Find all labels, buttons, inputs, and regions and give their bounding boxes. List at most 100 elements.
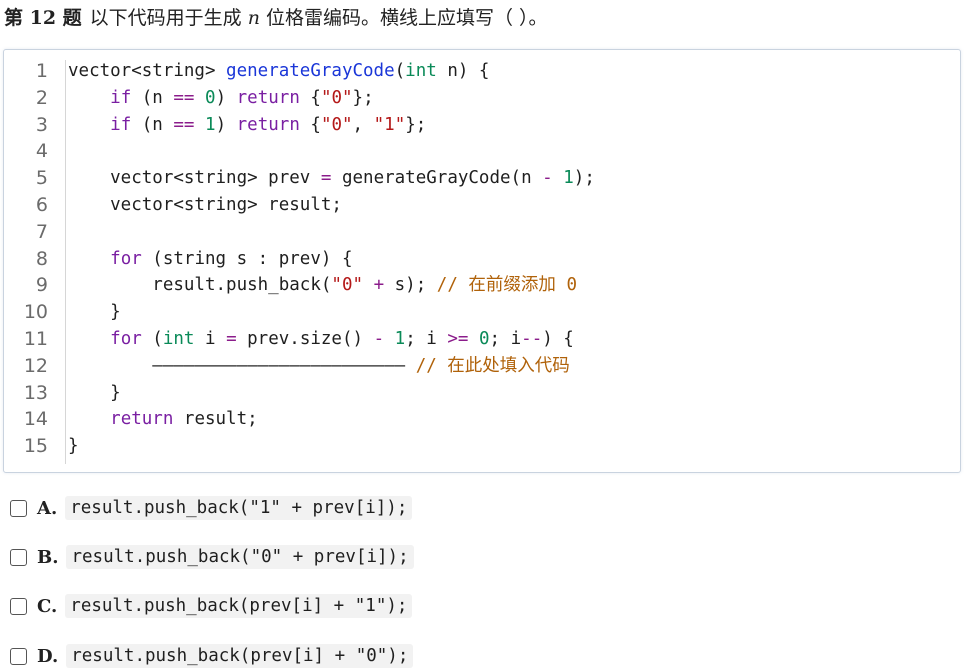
- line-number: 1: [35, 60, 48, 82]
- option-letter: C.: [37, 595, 58, 617]
- code-line: 6 vector<string> result;: [4, 192, 960, 219]
- code-token: if: [110, 87, 132, 108]
- code-line: 7: [4, 219, 960, 246]
- code-text: for (int i = prev.size() - 1; i >= 0; i-…: [68, 326, 574, 353]
- code-token: 1: [394, 329, 406, 349]
- code-token: ==: [173, 114, 195, 135]
- line-number: 2: [35, 86, 48, 109]
- code-token: ; i: [405, 329, 448, 349]
- code-token: s);: [384, 275, 437, 296]
- code-token: if: [110, 114, 132, 135]
- option-letter: B.: [37, 546, 59, 568]
- line-number: 12: [23, 354, 48, 377]
- code-token: -: [373, 329, 385, 349]
- code-token: result.push_back(: [68, 275, 332, 296]
- code-text: for (string s : prev) {: [68, 246, 352, 273]
- code-text: }: [68, 299, 121, 326]
- code-comment: // 在前缀添加 0: [436, 275, 577, 296]
- option-letter: D.: [37, 645, 59, 667]
- code-token: "0": [331, 275, 364, 296]
- option-code: result.push_back(prev[i] + "1");: [65, 594, 413, 618]
- code-line: 8 for (string s : prev) {: [4, 246, 960, 273]
- code-token: ): [215, 87, 237, 108]
- code-token: (: [141, 329, 163, 349]
- option-checkbox[interactable]: [10, 647, 27, 665]
- line-number: 9: [35, 274, 48, 297]
- code-token: };: [352, 87, 374, 108]
- option-checkbox[interactable]: [10, 499, 27, 517]
- code-line: 11 for (int i = prev.size() - 1; i >= 0;…: [4, 326, 960, 353]
- code-token: vector<string> prev: [68, 168, 321, 189]
- code-token: >=: [447, 329, 469, 349]
- code-token: (n: [131, 87, 174, 108]
- question-number: 第 12 题: [4, 7, 82, 29]
- code-text: vector<string> generateGrayCode(int n) {: [68, 58, 489, 85]
- code-token: 1: [205, 114, 216, 135]
- code-text: vector<string> prev = generateGrayCode(n…: [68, 165, 595, 192]
- code-token: }: [68, 382, 121, 403]
- code-token: generateGrayCode(n: [331, 168, 543, 189]
- code-token: "0": [320, 87, 353, 108]
- code-token: (: [394, 61, 406, 81]
- code-line: 14 return result;: [4, 406, 960, 433]
- code-line: 2 if (n == 0) return {"0"};: [4, 85, 960, 112]
- line-number: 7: [35, 220, 48, 243]
- code-token: ) {: [542, 329, 574, 349]
- code-line: 15}: [4, 433, 960, 460]
- code-comment: // 在此处填入代码: [415, 355, 570, 376]
- code-token: "1": [373, 114, 406, 135]
- question-text-before: 以下代码用于生成: [89, 7, 248, 29]
- code-token: prev.size(): [236, 329, 374, 349]
- code-token: };: [405, 114, 427, 135]
- option-d[interactable]: D. result.push_back(prev[i] + "0");: [10, 641, 414, 671]
- option-b[interactable]: B. result.push_back("0" + prev[i]);: [10, 542, 414, 572]
- code-text: }: [68, 433, 79, 460]
- code-text: ———————————————————————— // 在此处填入代码: [68, 353, 570, 380]
- option-checkbox[interactable]: [10, 548, 27, 566]
- code-token: ==: [173, 87, 195, 108]
- option-a[interactable]: A. result.push_back("1" + prev[i]);: [10, 493, 413, 523]
- code-token: {: [299, 87, 321, 108]
- code-line: 4: [4, 138, 960, 165]
- code-token: ): [215, 114, 237, 135]
- code-line: 13 }: [4, 380, 960, 407]
- line-number: 11: [23, 328, 48, 350]
- code-token: i: [194, 329, 227, 349]
- line-number: 10: [23, 301, 48, 324]
- option-c[interactable]: C. result.push_back(prev[i] + "1");: [10, 591, 413, 621]
- code-block: 1 vector<string> generateGrayCode(int n) …: [3, 49, 961, 473]
- code-token: -: [542, 168, 553, 189]
- code-token: );: [573, 168, 595, 189]
- code-token: int: [162, 329, 195, 349]
- code-text: }: [68, 380, 121, 407]
- code-token: generateGrayCode: [226, 61, 395, 81]
- question-header: 第 12 题以下代码用于生成 n 位格雷编码。横线上应填写（ ）。: [4, 6, 548, 30]
- code-token: return: [236, 114, 300, 135]
- fill-in-blank: ————————————————————————: [152, 355, 416, 376]
- code-text: result.push_back("0" + s); // 在前缀添加 0: [68, 272, 577, 299]
- code-token: {: [299, 114, 321, 135]
- code-token: int: [405, 61, 437, 81]
- code-line: 9 result.push_back("0" + s); // 在前缀添加 0: [4, 272, 960, 299]
- line-number: 4: [35, 140, 48, 163]
- code-token: (n: [131, 114, 174, 135]
- code-token: return: [110, 409, 174, 430]
- code-token: vector<string>: [68, 61, 227, 81]
- code-line: 10 }: [4, 299, 960, 326]
- code-line: 12 ———————————————————————— // 在此处填入代码: [4, 353, 960, 380]
- option-checkbox[interactable]: [10, 597, 27, 615]
- code-token: for: [110, 248, 142, 269]
- code-text: if (n == 1) return {"0", "1"};: [68, 112, 426, 139]
- line-number: 8: [35, 247, 48, 270]
- code-token: for: [110, 329, 142, 349]
- code-token: vector<string> result;: [68, 195, 342, 215]
